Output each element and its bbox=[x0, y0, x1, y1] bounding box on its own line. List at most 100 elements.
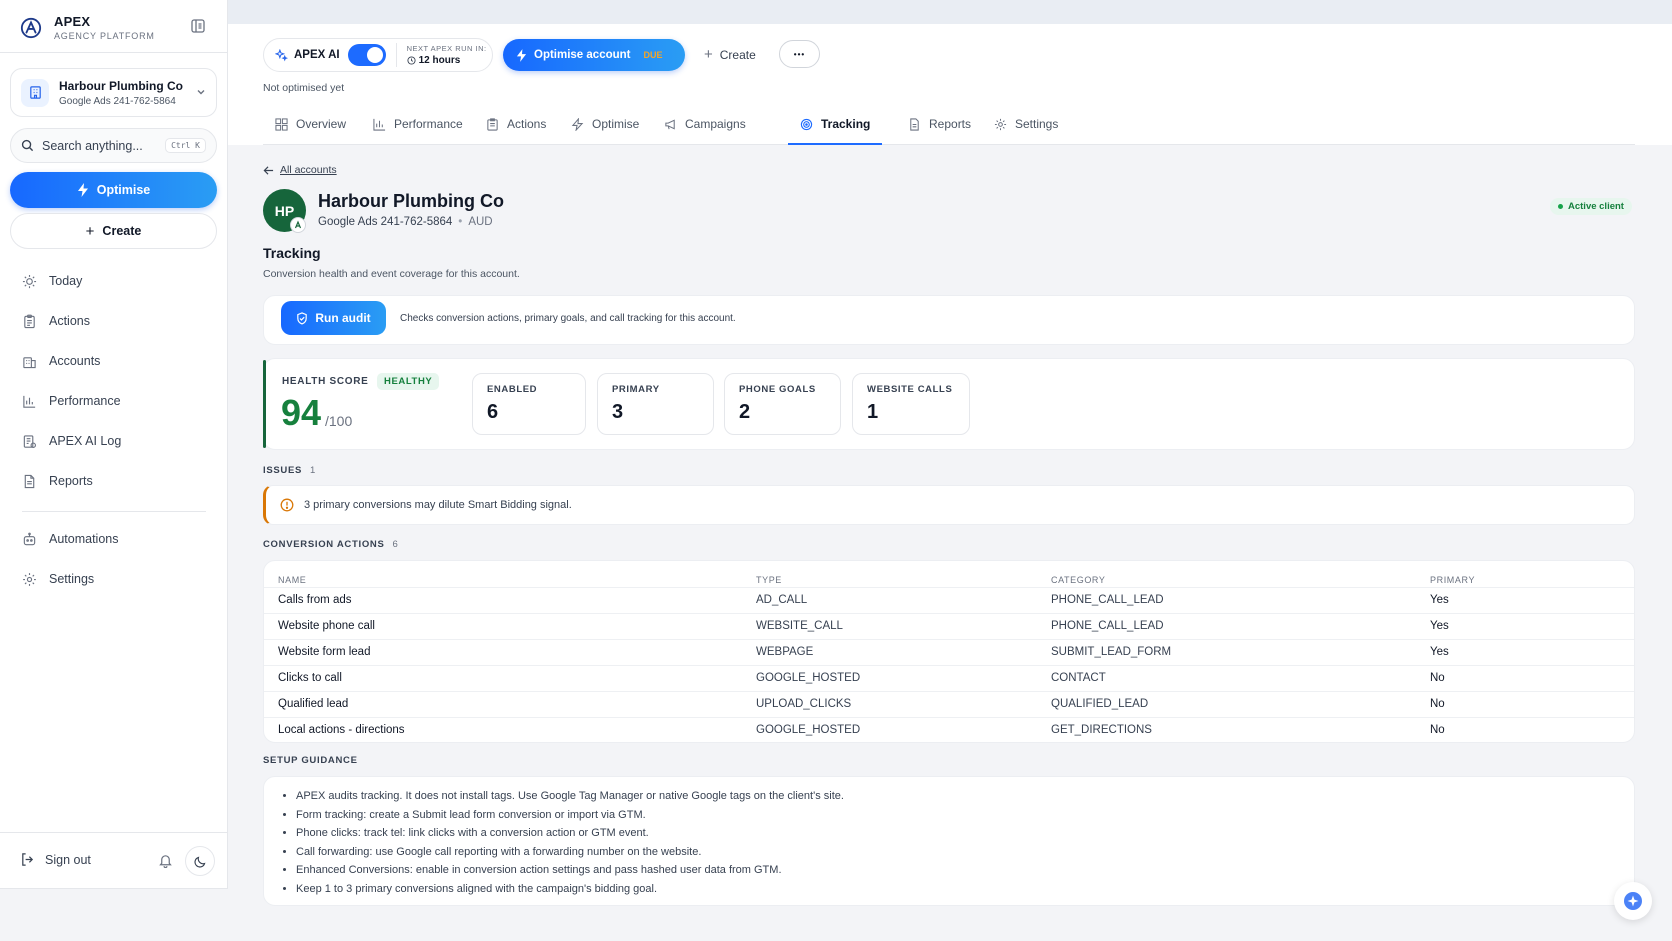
tab-label: Settings bbox=[1015, 117, 1059, 131]
sidebar-item-today[interactable]: Today bbox=[22, 271, 82, 291]
sidebar-item-actions[interactable]: Actions bbox=[22, 311, 90, 331]
run-audit-label: Run audit bbox=[315, 311, 371, 325]
guidance-item: Keep 1 to 3 primary conversions aligned … bbox=[296, 880, 844, 899]
issue-text: 3 primary conversions may dilute Smart B… bbox=[304, 499, 572, 511]
table-row[interactable]: Website form lead WEBPAGE SUBMIT_LEAD_FO… bbox=[264, 639, 1634, 665]
health-status-badge: HEALTHY bbox=[377, 373, 440, 390]
cell-primary: Yes bbox=[1430, 646, 1449, 658]
sidebar-item-performance[interactable]: Performance bbox=[22, 391, 121, 411]
table-row[interactable]: Local actions - directions GOOGLE_HOSTED… bbox=[264, 717, 1634, 742]
lightning-icon bbox=[77, 183, 88, 197]
cell-category: SUBMIT_LEAD_FORM bbox=[1051, 646, 1172, 658]
stat-value: 3 bbox=[612, 401, 624, 423]
moon-icon bbox=[194, 856, 205, 867]
sidebar-item-label: Actions bbox=[49, 314, 90, 328]
sidebar-item-label: APEX AI Log bbox=[49, 434, 122, 448]
sidebar-item-label: Automations bbox=[49, 532, 119, 546]
sun-icon bbox=[22, 274, 37, 288]
setup-guidance-heading: SETUP GUIDANCE bbox=[263, 755, 358, 766]
account-id: Google Ads 241-762-5864 bbox=[59, 95, 176, 107]
cell-name: Local actions - directions bbox=[278, 724, 405, 736]
tab-actions[interactable]: Actions bbox=[474, 105, 558, 143]
search-input[interactable]: Search anything... Ctrl K bbox=[10, 128, 217, 163]
guidance-item: Enhanced Conversions: enable in conversi… bbox=[296, 861, 844, 880]
sidebar-item-accounts[interactable]: Accounts bbox=[22, 351, 100, 371]
tab-label: Optimise bbox=[592, 117, 640, 131]
optimise-label: Optimise bbox=[96, 183, 151, 197]
table-row[interactable]: Qualified lead UPLOAD_CLICKS QUALIFIED_L… bbox=[264, 691, 1634, 717]
table-row[interactable]: Clicks to call GOOGLE_HOSTED CONTACT No bbox=[264, 665, 1634, 691]
theme-toggle[interactable] bbox=[185, 846, 215, 876]
bar-chart-icon bbox=[23, 395, 36, 408]
sidebar-item-reports[interactable]: Reports bbox=[22, 471, 93, 491]
cell-type: AD_CALL bbox=[756, 594, 808, 606]
issues-heading: ISSUES 1 bbox=[263, 465, 316, 476]
apex-ai-toggle[interactable] bbox=[347, 44, 386, 66]
health-score-max: /100 bbox=[325, 413, 353, 429]
issues-label: ISSUES bbox=[263, 465, 303, 476]
more-icon: ••• bbox=[793, 49, 806, 59]
tab-reports[interactable]: Reports bbox=[896, 105, 983, 143]
create-button[interactable]: + Create bbox=[10, 213, 217, 249]
table-row[interactable]: Website phone call WEBSITE_CALL PHONE_CA… bbox=[264, 613, 1634, 639]
assistant-button[interactable] bbox=[1614, 882, 1652, 920]
tab-tracking[interactable]: Tracking bbox=[788, 105, 883, 145]
section-title: Tracking bbox=[263, 245, 321, 261]
guidance-list: APEX audits tracking. It does not instal… bbox=[296, 787, 844, 899]
audit-description: Checks conversion actions, primary goals… bbox=[400, 313, 736, 324]
search-shortcut: Ctrl K bbox=[165, 138, 206, 153]
back-to-all-accounts-link[interactable]: All accounts bbox=[263, 164, 337, 176]
document-icon bbox=[910, 117, 919, 131]
optimise-button[interactable]: Optimise bbox=[10, 172, 217, 208]
sign-out-label: Sign out bbox=[45, 852, 91, 867]
cell-category: GET_DIRECTIONS bbox=[1051, 724, 1152, 736]
plus-icon: + bbox=[704, 46, 713, 63]
more-options-button[interactable]: ••• bbox=[779, 40, 820, 68]
stat-value: 2 bbox=[739, 401, 751, 423]
stat-value: 6 bbox=[487, 401, 499, 423]
sidebar-item-settings[interactable]: Settings bbox=[22, 569, 94, 589]
sign-out-button[interactable]: Sign out bbox=[20, 852, 91, 867]
sidebar: APEX AGENCY PLATFORM Harbour Plumbing Co… bbox=[0, 0, 228, 889]
stat-label: PHONE GOALS bbox=[739, 384, 816, 395]
brand-subtitle: AGENCY PLATFORM bbox=[54, 31, 155, 41]
run-audit-button[interactable]: Run audit bbox=[281, 301, 386, 335]
shield-check-icon bbox=[297, 311, 308, 325]
account-switcher[interactable]: Harbour Plumbing Co Google Ads 241-762-5… bbox=[10, 68, 217, 117]
create-button[interactable]: + Create bbox=[704, 46, 756, 63]
table-row[interactable]: Calls from ads AD_CALL PHONE_CALL_LEAD Y… bbox=[264, 587, 1634, 613]
document-icon bbox=[24, 474, 35, 488]
cell-type: GOOGLE_HOSTED bbox=[756, 672, 861, 684]
gear-icon bbox=[23, 572, 36, 586]
sign-out-icon bbox=[22, 853, 34, 866]
optimisation-status: Not optimised yet bbox=[263, 82, 345, 94]
collapse-sidebar-icon[interactable] bbox=[190, 18, 206, 34]
bell-icon[interactable] bbox=[158, 853, 173, 868]
tab-performance[interactable]: Performance bbox=[361, 105, 475, 143]
cell-name: Website form lead bbox=[278, 646, 371, 658]
conversion-actions-count: 6 bbox=[392, 539, 399, 550]
client-name: Harbour Plumbing Co bbox=[318, 191, 504, 211]
sidebar-item-label: Today bbox=[49, 274, 83, 288]
sidebar-item-automations[interactable]: Automations bbox=[22, 529, 118, 549]
guidance-item: Phone clicks: track tel: link clicks wit… bbox=[296, 824, 844, 843]
tab-label: Overview bbox=[296, 117, 347, 131]
tab-optimise[interactable]: Optimise bbox=[559, 105, 651, 143]
divider bbox=[395, 43, 397, 67]
warning-icon bbox=[280, 498, 294, 512]
create-label: Create bbox=[102, 224, 142, 238]
column-header-name: NAME bbox=[278, 575, 307, 585]
tab-settings[interactable]: Settings bbox=[982, 105, 1070, 143]
stat-website-calls: WEBSITE CALLS 1 bbox=[852, 373, 970, 435]
brand[interactable]: APEX AGENCY PLATFORM bbox=[20, 14, 155, 41]
optimise-account-button[interactable]: Optimise account DUE bbox=[503, 39, 685, 71]
tab-campaigns[interactable]: Campaigns bbox=[652, 105, 758, 143]
tab-overview[interactable]: Overview bbox=[263, 105, 358, 143]
cell-category: QUALIFIED_LEAD bbox=[1051, 698, 1149, 710]
target-icon bbox=[800, 118, 813, 130]
tab-bar: Overview Performance Actions Optimise Ca… bbox=[263, 107, 1635, 145]
client-currency: AUD bbox=[468, 216, 493, 228]
lightning-icon bbox=[516, 48, 527, 62]
guidance-item: APEX audits tracking. It does not instal… bbox=[296, 787, 844, 806]
sidebar-item-apex-ai-log[interactable]: APEX AI Log bbox=[22, 431, 121, 451]
